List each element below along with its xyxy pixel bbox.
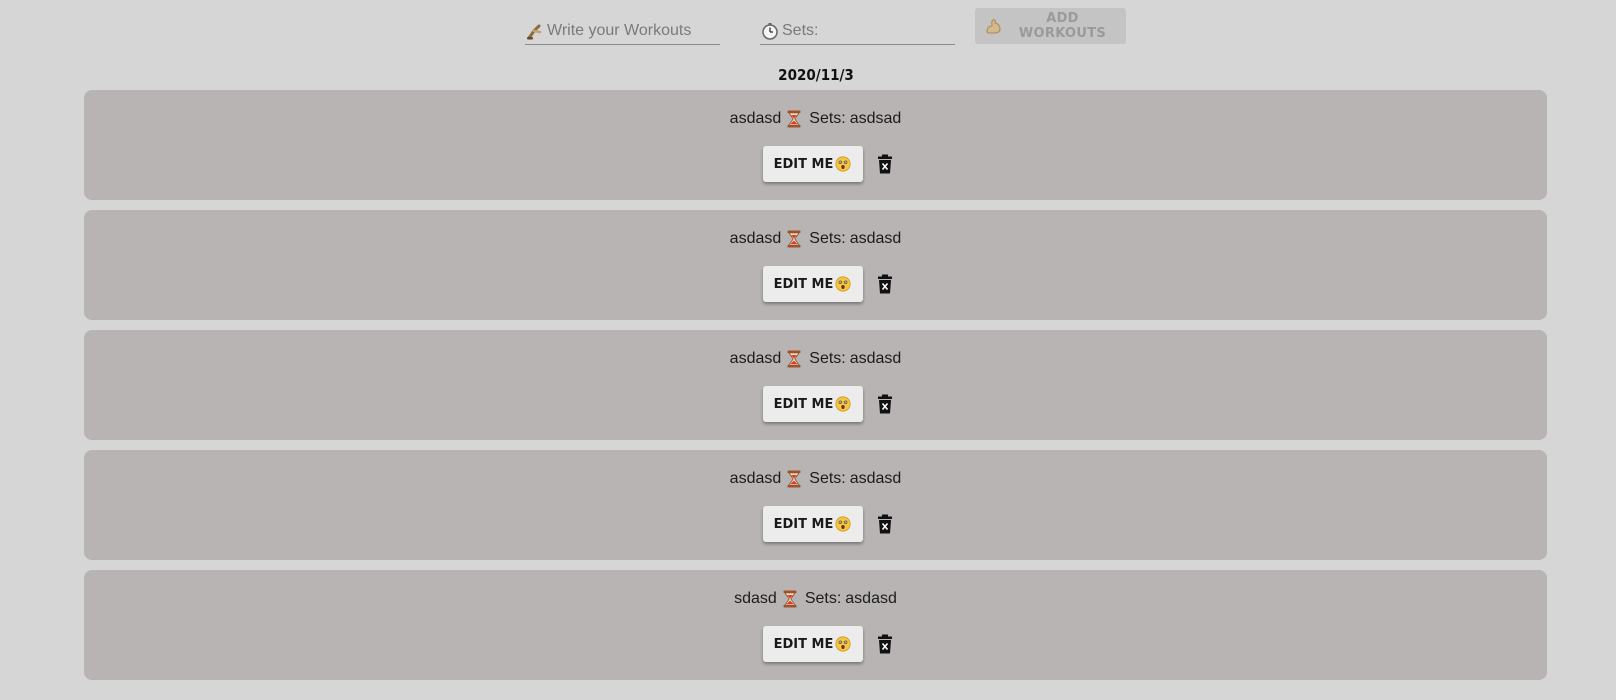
hourglass-icon: [787, 110, 803, 128]
leg-icon: [525, 21, 545, 41]
workout-input[interactable]: [545, 18, 717, 43]
flexed-biceps-icon: [985, 17, 1003, 35]
workout-card: sdasd Sets: asdasd EDIT ME: [84, 570, 1547, 680]
date-heading: 2020/11/3: [778, 66, 854, 84]
card-actions: EDIT ME: [84, 506, 1547, 542]
sets-label: Sets:: [809, 470, 846, 487]
astonished-face-icon: [835, 636, 851, 652]
edit-button-label: EDIT ME: [773, 156, 834, 172]
edit-button-label: EDIT ME: [773, 516, 834, 532]
hourglass-icon: [787, 470, 803, 488]
stopwatch-icon: [760, 21, 780, 41]
edit-button[interactable]: EDIT ME: [762, 266, 863, 302]
delete-icon[interactable]: [875, 152, 895, 176]
sets-field: [760, 17, 955, 45]
delete-icon[interactable]: [875, 512, 895, 536]
card-actions: EDIT ME: [84, 146, 1547, 182]
delete-icon[interactable]: [875, 392, 895, 416]
delete-icon[interactable]: [875, 272, 895, 296]
delete-icon[interactable]: [875, 632, 895, 656]
workout-summary: asdasd Sets: asdsad: [84, 110, 1547, 128]
card-actions: EDIT ME: [84, 266, 1547, 302]
edit-button-label: EDIT ME: [773, 636, 834, 652]
add-workouts-button[interactable]: ADD WORKOUTS: [975, 8, 1126, 44]
sets-value: asdasd: [849, 470, 902, 487]
workout-field: [525, 17, 720, 45]
edit-button[interactable]: EDIT ME: [762, 146, 863, 182]
workout-list: asdasd Sets: asdsad EDIT ME asdasd Sets:…: [84, 90, 1547, 690]
card-actions: EDIT ME: [84, 386, 1547, 422]
workout-card: asdasd Sets: asdsad EDIT ME: [84, 90, 1547, 200]
workout-name: asdasd: [729, 350, 782, 367]
astonished-face-icon: [835, 156, 851, 172]
workout-summary: asdasd Sets: asdasd: [84, 230, 1547, 248]
workout-summary: asdasd Sets: asdasd: [84, 350, 1547, 368]
workout-name: asdasd: [729, 470, 782, 487]
workout-card: asdasd Sets: asdasd EDIT ME: [84, 450, 1547, 560]
workout-name: asdasd: [729, 230, 782, 247]
sets-value: asdasd: [849, 350, 902, 367]
add-workouts-label: ADD WORKOUTS: [1018, 11, 1107, 41]
workout-summary: asdasd Sets: asdasd: [84, 470, 1547, 488]
edit-button[interactable]: EDIT ME: [762, 386, 863, 422]
astonished-face-icon: [835, 396, 851, 412]
workout-summary: sdasd Sets: asdasd: [84, 590, 1547, 608]
edit-button[interactable]: EDIT ME: [762, 626, 863, 662]
workout-card: asdasd Sets: asdasd EDIT ME: [84, 210, 1547, 320]
edit-button-label: EDIT ME: [773, 276, 834, 292]
hourglass-icon: [783, 590, 799, 608]
sets-value: asdsad: [849, 110, 902, 127]
workout-card: asdasd Sets: asdasd EDIT ME: [84, 330, 1547, 440]
astonished-face-icon: [835, 516, 851, 532]
sets-value: asdasd: [849, 230, 902, 247]
sets-label: Sets:: [809, 230, 846, 247]
workout-name: asdasd: [729, 110, 782, 127]
hourglass-icon: [787, 230, 803, 248]
edit-button[interactable]: EDIT ME: [762, 506, 863, 542]
edit-button-label: EDIT ME: [773, 396, 834, 412]
sets-label: Sets:: [809, 350, 846, 367]
astonished-face-icon: [835, 276, 851, 292]
workout-name: sdasd: [734, 590, 777, 607]
sets-label: Sets:: [804, 590, 842, 607]
sets-label: Sets:: [809, 110, 846, 127]
card-actions: EDIT ME: [84, 626, 1547, 662]
sets-input[interactable]: [780, 18, 952, 43]
workout-form: ADD WORKOUTS: [0, 0, 1616, 60]
hourglass-icon: [787, 350, 803, 368]
sets-value: asdasd: [845, 590, 897, 607]
